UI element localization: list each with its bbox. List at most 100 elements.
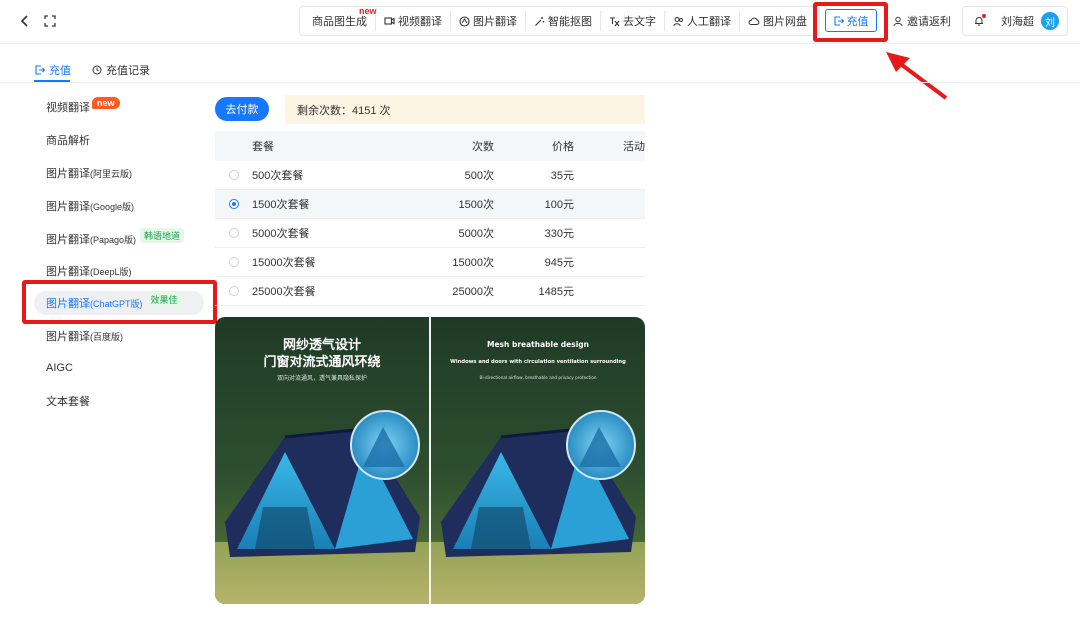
recharge-icon (35, 65, 45, 75)
user-area: 刘海超 刘 (962, 6, 1068, 36)
nav-image-translate[interactable]: 图片翻译 (451, 11, 526, 31)
package-radio[interactable] (228, 228, 239, 238)
sidebar-item-video-translate[interactable]: 视频翻译 new (34, 95, 204, 119)
username[interactable]: 刘海超 (1001, 13, 1034, 29)
nav-label: 图片翻译 (473, 16, 517, 28)
sidebar-item-aigc[interactable]: AIGC (34, 356, 204, 380)
sidebar-item-baidu[interactable]: 图片翻译 (百度版) (34, 324, 204, 348)
sidebar-item-suffix: (百度版) (90, 331, 123, 342)
sidebar-item-text-package[interactable]: 文本套餐 (34, 389, 204, 413)
sidebar-item-label: 商品解析 (46, 135, 90, 147)
magic-wand-icon (535, 16, 545, 26)
table-row[interactable]: 1500次套餐 1500次 100元 (215, 190, 645, 219)
tent-comparison-illustration: 网纱透气设计 门窗对流式通风环绕 双向对流通风，透气兼具隐私保护 Mesh br… (215, 317, 645, 604)
notification-dot (982, 14, 986, 18)
package-count: 25000次 (452, 286, 494, 298)
promo-left-sub: 双向对流通风，透气兼具隐私保护 (277, 374, 367, 382)
sidebar-item-label: 图片翻译 (46, 201, 90, 213)
sidebar-item-label: 图片翻译 (46, 331, 90, 343)
top-bar: 商品图生成 new 视频翻译 图片翻译 智能抠图 去文字 人工翻译 图片网盘 充… (0, 0, 1080, 44)
fullscreen-icon[interactable] (44, 15, 56, 27)
package-count: 500次 (464, 170, 494, 182)
promo-right-title-1: Mesh breathable design (487, 340, 589, 349)
tab-recharge-history[interactable]: 充值记录 (92, 62, 150, 78)
package-count: 15000次 (452, 257, 494, 269)
package-count: 1500次 (458, 199, 494, 211)
korean-badge: 韩语地道 (140, 227, 185, 243)
remaining-count: 剩余次数：4151 次 (285, 95, 645, 124)
sidebar-item-aliyun[interactable]: 图片翻译 (阿里云版) (34, 161, 204, 185)
nav-video-translate[interactable]: 视频翻译 (376, 11, 451, 31)
package-price: 1485元 (538, 286, 574, 298)
sidebar-item-papago[interactable]: 图片翻译 (Papago版) 韩语地道 (34, 227, 204, 251)
sidebar-item-product-analysis[interactable]: 商品解析 (34, 128, 204, 152)
package-radio[interactable] (228, 170, 239, 180)
package-name: 5000次套餐 (252, 228, 310, 240)
package-radio-selected[interactable] (228, 199, 239, 209)
package-name: 15000次套餐 (252, 257, 316, 269)
package-radio[interactable] (228, 257, 239, 267)
notification-bell[interactable] (973, 14, 986, 27)
nav-label: 人工翻译 (687, 16, 731, 28)
package-name: 1500次套餐 (252, 199, 310, 211)
table-row[interactable]: 25000次套餐 25000次 1485元 (215, 277, 645, 306)
video-icon (384, 17, 395, 25)
sub-tabs: 充值 充值记录 (0, 50, 1080, 83)
cloud-icon (748, 17, 760, 25)
nav-remove-text[interactable]: 去文字 (601, 11, 665, 31)
header-price: 价格 (552, 141, 574, 153)
package-radio[interactable] (228, 286, 239, 296)
package-price: 945元 (544, 257, 574, 269)
user-share-icon (893, 16, 903, 26)
pay-button[interactable]: 去付款 (215, 97, 269, 121)
nav-human-translate[interactable]: 人工翻译 (665, 11, 740, 31)
new-flag: new (359, 6, 377, 16)
tab-label: 充值 (49, 65, 71, 77)
package-price: 35元 (550, 170, 574, 182)
sidebar-item-label: AIGC (46, 362, 73, 374)
active-tab-indicator (34, 80, 70, 82)
package-count: 5000次 (458, 228, 494, 240)
nav-image-drive[interactable]: 图片网盘 (740, 11, 815, 31)
package-name: 25000次套餐 (252, 286, 316, 298)
image-translate-icon (459, 15, 470, 27)
people-icon (673, 16, 683, 26)
back-arrow-icon[interactable] (18, 14, 32, 28)
promo-right-title-2: Windows and doors with circulation venti… (450, 359, 626, 365)
header-package: 套餐 (252, 141, 274, 153)
promo-left-title-1: 网纱透气设计 (283, 337, 361, 353)
highlight-box-recharge (813, 2, 888, 42)
top-nav: 商品图生成 new 视频翻译 图片翻译 智能抠图 去文字 人工翻译 图片网盘 (299, 6, 820, 36)
sidebar-item-suffix: (DeepL版) (90, 266, 132, 277)
sidebar-item-label: 图片翻译 (46, 266, 90, 278)
nav-smart-cutout[interactable]: 智能抠图 (526, 11, 601, 31)
nav-label: 视频翻译 (398, 16, 442, 28)
package-name: 500次套餐 (252, 170, 304, 182)
nav-label: 图片网盘 (763, 16, 807, 28)
sidebar-item-label: 文本套餐 (46, 396, 90, 408)
table-header: 套餐 次数 价格 活动 (215, 131, 645, 161)
package-price: 100元 (544, 199, 574, 211)
header-count: 次数 (472, 141, 494, 153)
highlight-box-chatgpt (22, 280, 217, 324)
package-price: 330元 (544, 228, 574, 240)
nav-product-image[interactable]: 商品图生成 new (304, 6, 377, 31)
sidebar-item-label: 图片翻译 (46, 234, 90, 246)
promo-right-sub: Bi-directional airflow, breathable and p… (479, 375, 596, 380)
sidebar-item-suffix: (阿里云版) (90, 168, 132, 179)
table-row[interactable]: 15000次套餐 15000次 945元 (215, 248, 645, 277)
invite-label: 邀请返利 (907, 16, 951, 28)
invite-rebate-link[interactable]: 邀请返利 (884, 6, 951, 36)
package-table: 套餐 次数 价格 活动 500次套餐 500次 35元 1500次套餐 1500… (215, 131, 645, 306)
sidebar-item-label: 图片翻译 (46, 168, 90, 180)
tab-recharge[interactable]: 充值 (35, 62, 71, 78)
sidebar-item-google[interactable]: 图片翻译 (Google版) (34, 194, 204, 218)
promo-left-title-2: 门窗对流式通风环绕 (263, 354, 380, 370)
table-row[interactable]: 500次套餐 500次 35元 (215, 161, 645, 190)
nav-label: 智能抠图 (548, 16, 592, 28)
header-activity: 活动 (623, 141, 645, 153)
clock-icon (92, 65, 102, 75)
avatar[interactable]: 刘 (1041, 12, 1059, 30)
table-row[interactable]: 5000次套餐 5000次 330元 (215, 219, 645, 248)
new-badge: new (92, 97, 120, 109)
